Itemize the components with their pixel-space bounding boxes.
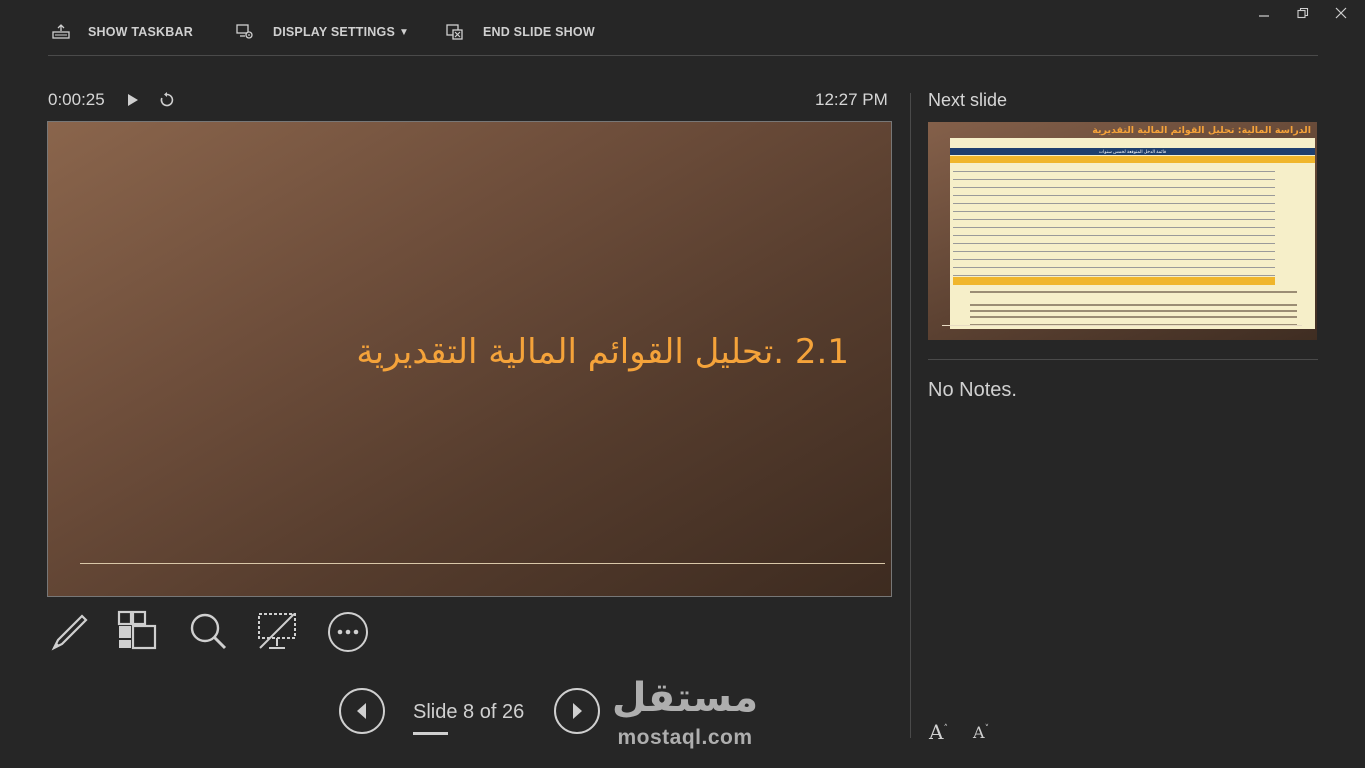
minimize-icon[interactable] [1254,6,1274,22]
decrease-font-button[interactable]: A˅ [973,723,989,742]
current-time: 12:27 PM [815,90,888,109]
thumb-note-line [970,316,1297,318]
speaker-notes[interactable]: No Notes. [928,379,1017,402]
table-row [953,196,1275,204]
end-slide-show-button[interactable]: END SLIDE SHOW [446,22,595,42]
thumb-note-line [970,291,1297,293]
increase-font-button[interactable]: A˄ [929,720,948,744]
reset-timer-icon[interactable] [159,92,175,113]
play-timer-icon[interactable] [127,93,139,112]
black-screen-icon[interactable] [256,610,300,654]
table-row [953,260,1275,268]
table-row [953,164,1275,172]
thumb-note-line [970,310,1297,312]
more-options-icon[interactable] [326,610,370,654]
thumb-decorative-line [942,325,1302,326]
thumb-table-header-row [950,156,1315,163]
close-icon[interactable] [1331,6,1351,22]
zoom-icon[interactable] [187,610,231,654]
watermark-arabic: مستقل [611,675,759,721]
restore-icon[interactable] [1293,6,1313,22]
slide-counter[interactable]: Slide 8 of 26 [413,701,524,724]
table-row [953,204,1275,212]
watermark-logo: مستقل mostaql.com [600,676,770,754]
panel-divider [910,93,911,738]
thumb-table-total-row [953,277,1275,285]
toolbar-divider [48,55,1318,56]
chevron-down-icon: ▼ [398,26,410,38]
chevron-right-icon [573,703,582,719]
table-row [953,268,1275,276]
pen-tool-icon[interactable] [48,610,92,654]
slide-counter-underline [413,732,448,735]
watermark-latin: mostaql.com [617,726,753,749]
thumb-table-caption: قائمة الدخل المتوقعة لخمس سنوات [950,148,1315,155]
thumb-table-panel: قائمة الدخل المتوقعة لخمس سنوات [950,138,1315,329]
table-row [953,236,1275,244]
display-settings-button[interactable]: DISPLAY SETTINGS ▼ [236,22,409,42]
previous-slide-button[interactable] [339,688,385,734]
decrease-font-label: A [973,723,985,742]
slide-decorative-line [80,563,885,564]
slide-title: 2.1 .تحليل القوائم المالية التقديرية [356,332,849,372]
next-slide-thumbnail[interactable]: الدراسة المالية: تحليل القوائم المالية ا… [928,122,1317,340]
taskbar-icon [52,24,70,40]
table-row [953,244,1275,252]
next-slide-label: Next slide [928,90,1008,110]
next-slide-button[interactable] [554,688,600,734]
table-row [953,228,1275,236]
see-all-slides-icon[interactable] [115,610,159,654]
show-taskbar-label: SHOW TASKBAR [88,25,193,39]
increase-font-label: A [929,720,944,744]
display-settings-icon [236,24,254,40]
table-row [953,172,1275,180]
end-show-icon [446,24,464,40]
table-row [953,212,1275,220]
thumb-title: الدراسة المالية: تحليل القوائم المالية ا… [1092,125,1311,136]
table-row [953,180,1275,188]
notes-divider [928,359,1318,360]
end-slide-show-label: END SLIDE SHOW [483,25,595,39]
decrease-caret-icon: ˅ [984,724,990,735]
table-row [953,252,1275,260]
current-slide[interactable]: 2.1 .تحليل القوائم المالية التقديرية [47,121,892,597]
table-row [953,220,1275,228]
show-taskbar-button[interactable]: SHOW TASKBAR [52,22,193,42]
display-settings-label: DISPLAY SETTINGS [273,25,395,39]
elapsed-timer: 0:00:25 [48,90,105,109]
chevron-left-icon [357,703,366,719]
thumb-note-line [970,304,1297,306]
increase-caret-icon: ˄ [943,724,948,735]
table-row [953,188,1275,196]
